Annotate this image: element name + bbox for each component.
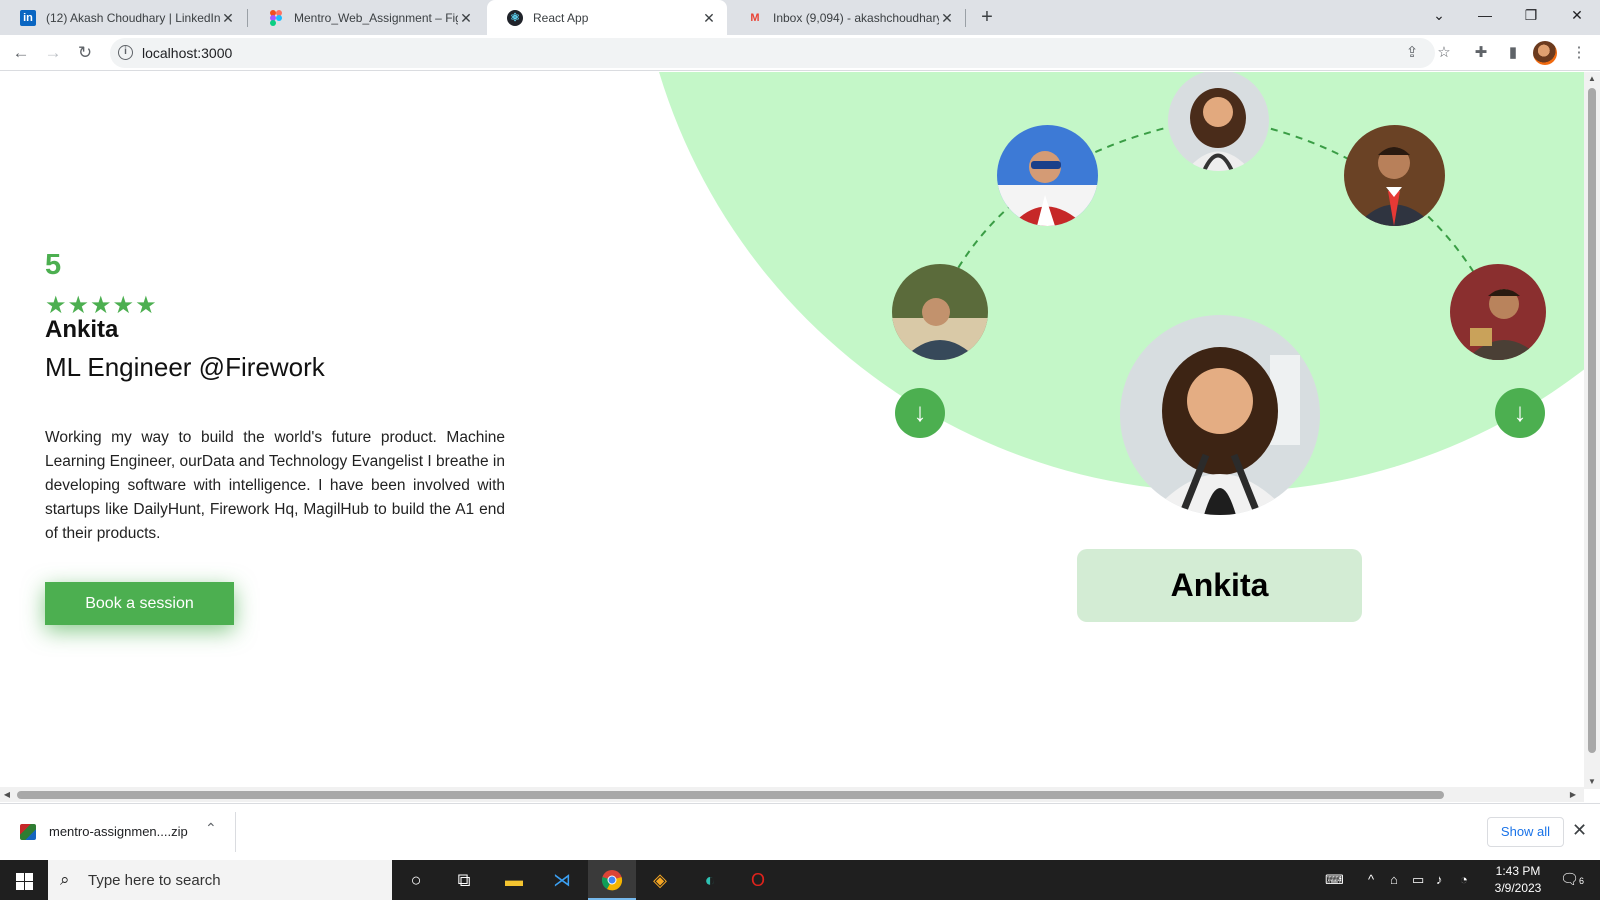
taskbar-search-box[interactable]: ⌕ Type here to search bbox=[48, 860, 392, 900]
tab-title: Inbox (9,094) - akashchoudhary8 bbox=[773, 10, 939, 25]
notifications-icon[interactable]: 🗨6 bbox=[1560, 860, 1584, 900]
tab-linkedin[interactable]: in (12) Akash Choudhary | LinkedIn ✕ bbox=[0, 0, 246, 35]
mentor-avatar-left[interactable] bbox=[892, 264, 988, 360]
chevron-up-icon[interactable]: ⌃ bbox=[205, 820, 217, 837]
edge-icon[interactable]: ◐ bbox=[686, 860, 734, 900]
tab-title: (12) Akash Choudhary | LinkedIn bbox=[46, 10, 220, 25]
restore-button[interactable]: ❐ bbox=[1508, 0, 1554, 32]
tab-figma[interactable]: Mentro_Web_Assignment – Figma ✕ bbox=[248, 0, 484, 35]
share-icon[interactable]: ⇪ bbox=[1402, 43, 1422, 63]
back-button[interactable]: ← bbox=[7, 39, 35, 67]
tab-react-app[interactable]: ⚛ React App ✕ bbox=[487, 0, 727, 35]
mentor-name: Ankita bbox=[45, 316, 119, 343]
down-arrow-right-button[interactable]: ↓ bbox=[1495, 388, 1545, 438]
vertical-scroll-thumb[interactable] bbox=[1588, 88, 1596, 753]
file-explorer-icon[interactable]: ▬ bbox=[490, 860, 538, 900]
page-viewport: 5 ★★★★★ Ankita ML Engineer @Firework Wor… bbox=[0, 72, 1584, 789]
brave-icon[interactable]: ◈ bbox=[636, 860, 684, 900]
meet-now-icon[interactable]: ⌂ bbox=[1390, 860, 1398, 900]
cortana-icon[interactable]: ○ bbox=[392, 860, 440, 900]
close-icon[interactable]: ✕ bbox=[458, 10, 474, 26]
tab-divider bbox=[965, 9, 966, 27]
side-panel-icon[interactable]: ▮ bbox=[1502, 42, 1524, 64]
reload-button[interactable]: ↻ bbox=[71, 39, 99, 67]
featured-mentor-avatar[interactable] bbox=[1120, 315, 1320, 515]
figma-icon bbox=[268, 9, 284, 26]
tab-gmail[interactable]: M Inbox (9,094) - akashchoudhary8 ✕ bbox=[727, 0, 965, 35]
tab-search-button[interactable]: ⌄ bbox=[1416, 0, 1462, 32]
show-all-downloads-button[interactable]: Show all bbox=[1487, 817, 1564, 847]
system-clock[interactable]: 1:43 PM 3/9/2023 bbox=[1482, 863, 1554, 897]
close-icon[interactable]: ✕ bbox=[939, 10, 955, 26]
vertical-scrollbar[interactable]: ▲ ▼ bbox=[1584, 72, 1600, 789]
volume-icon[interactable]: ♪ bbox=[1436, 860, 1443, 900]
close-icon[interactable]: ✕ bbox=[701, 10, 717, 26]
down-arrow-left-button[interactable]: ↓ bbox=[895, 388, 945, 438]
vscode-icon[interactable]: ⋊ bbox=[538, 860, 586, 900]
extensions-icon[interactable]: ✚ bbox=[1470, 42, 1492, 64]
download-shelf: mentro-assignmen....zip ⌃ Show all ✕ bbox=[0, 803, 1600, 860]
scroll-up-icon[interactable]: ▲ bbox=[1584, 72, 1600, 86]
clock-date: 3/9/2023 bbox=[1494, 881, 1542, 895]
notification-count: 6 bbox=[1579, 876, 1585, 886]
chrome-icon[interactable] bbox=[588, 860, 636, 900]
tab-title: React App bbox=[533, 10, 589, 25]
opera-icon[interactable]: O bbox=[734, 860, 782, 900]
battery-icon[interactable]: ▭ bbox=[1412, 860, 1424, 900]
horizontal-scrollbar[interactable]: ◀ ▶ bbox=[0, 787, 1584, 802]
info-icon[interactable]: i bbox=[118, 45, 133, 60]
mentor-bio: Working my way to build the world's futu… bbox=[45, 429, 505, 542]
profile-avatar[interactable] bbox=[1533, 41, 1557, 65]
download-filename[interactable]: mentro-assignmen....zip bbox=[49, 824, 188, 839]
gmail-icon: M bbox=[750, 11, 760, 24]
forward-button[interactable]: → bbox=[39, 39, 67, 67]
minimize-button[interactable]: — bbox=[1462, 0, 1508, 32]
search-placeholder: Type here to search bbox=[88, 872, 221, 889]
featured-mentor-name-card: Ankita bbox=[1077, 549, 1362, 622]
archive-file-icon bbox=[20, 824, 36, 840]
react-icon: ⚛ bbox=[507, 9, 523, 26]
browser-tab-strip: in (12) Akash Choudhary | LinkedIn ✕ Men… bbox=[0, 0, 1600, 35]
browser-toolbar: ← → ↻ i localhost:3000 ⇪ ☆ ✚ ▮ ⋮ bbox=[0, 35, 1600, 71]
mentor-avatar-upper-right[interactable] bbox=[1344, 125, 1445, 226]
window-close-button[interactable]: ✕ bbox=[1554, 0, 1600, 32]
tab-title: Mentro_Web_Assignment – Figma bbox=[294, 10, 458, 25]
chevron-up-icon[interactable]: ^ bbox=[1368, 860, 1374, 900]
clock-time: 1:43 PM bbox=[1495, 864, 1541, 878]
close-icon[interactable]: ✕ bbox=[1572, 820, 1587, 841]
scroll-down-icon[interactable]: ▼ bbox=[1584, 775, 1600, 789]
book-session-button[interactable]: Book a session bbox=[45, 582, 234, 625]
windows-start-button[interactable] bbox=[0, 860, 48, 900]
new-tab-button[interactable]: + bbox=[975, 6, 999, 30]
address-bar[interactable]: i localhost:3000 ⇪ bbox=[110, 38, 1435, 68]
mentor-avatar-upper-left[interactable] bbox=[997, 125, 1098, 226]
url-text[interactable]: localhost:3000 bbox=[142, 45, 232, 61]
close-icon[interactable]: ✕ bbox=[220, 10, 236, 26]
rating-value: 5 bbox=[45, 249, 62, 281]
linkedin-icon: in bbox=[20, 9, 36, 26]
scroll-right-icon[interactable]: ▶ bbox=[1566, 787, 1580, 802]
windows-taskbar: ⌕ Type here to search ○ ⧉ ▬ ⋊ ◈ ◐ O ⌨ ^ … bbox=[0, 860, 1600, 900]
wifi-icon[interactable]: ◔ bbox=[1460, 860, 1468, 900]
keyboard-layout-icon[interactable]: ⌨ bbox=[1325, 860, 1344, 900]
shelf-divider bbox=[235, 812, 236, 852]
mentor-avatar-top[interactable] bbox=[1168, 72, 1269, 171]
search-icon: ⌕ bbox=[60, 870, 70, 889]
mentor-avatar-right[interactable] bbox=[1450, 264, 1546, 360]
bookmark-star-icon[interactable]: ☆ bbox=[1433, 42, 1455, 64]
menu-icon[interactable]: ⋮ bbox=[1568, 42, 1590, 64]
mentor-role: ML Engineer @Firework bbox=[45, 352, 325, 382]
task-view-icon[interactable]: ⧉ bbox=[440, 860, 488, 900]
scroll-left-icon[interactable]: ◀ bbox=[0, 787, 14, 802]
horizontal-scroll-thumb[interactable] bbox=[17, 791, 1444, 799]
